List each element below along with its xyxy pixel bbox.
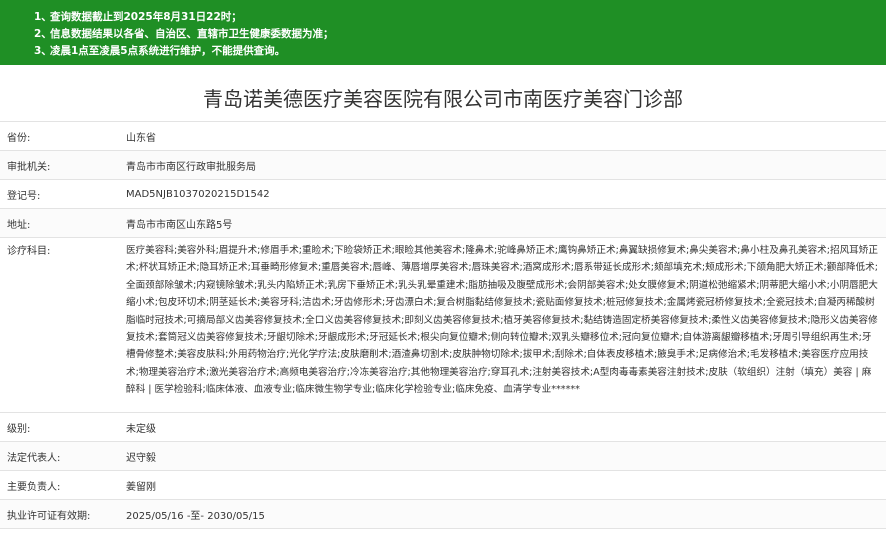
notice-line: 2、信息数据结果以各省、自治区、直辖市卫生健康委数据为准；: [34, 28, 334, 40]
notice-line: 1、查询数据截止到2025年8月31日22时；: [34, 11, 242, 23]
row-treatment-subjects: 诊疗科目: 医疗美容科;美容外科;眉提升术;修眉手术;重睑术;下睑袋矫正术;眼睑…: [0, 238, 886, 413]
notice-banner: 1、查询数据截止到2025年8月31日22时； 2、信息数据结果以各省、自治区、…: [0, 0, 886, 65]
row-level: 级别: 未定级: [0, 413, 886, 442]
notice-text: 查询数据截止到2025年8月31日22时；: [50, 11, 242, 23]
row-address: 地址: 青岛市市南区山东路5号: [0, 209, 886, 238]
field-label: 登记号:: [7, 190, 41, 202]
field-value: 2025/05/16 -至- 2030/05/15: [126, 510, 265, 522]
notice-line: 3、凌晨1点至凌晨5点系统进行维护，不能提供查询。: [34, 45, 286, 57]
field-value: MAD5NJB1037020215D1542: [126, 188, 270, 200]
field-value: 迟守毅: [126, 452, 156, 464]
field-label: 地址:: [7, 219, 31, 231]
info-table: 省份: 山东省 审批机关: 青岛市市南区行政审批服务局 登记号: MAD5NJB…: [0, 121, 886, 529]
field-value: 姜留刚: [126, 481, 156, 493]
field-label: 诊疗科目:: [7, 246, 51, 257]
row-province: 省份: 山东省: [0, 122, 886, 151]
row-registration-number: 登记号: MAD5NJB1037020215D1542: [0, 180, 886, 209]
row-principal: 主要负责人: 姜留刚: [0, 471, 886, 500]
field-label: 主要负责人:: [7, 481, 61, 493]
treatment-subjects-text: 医疗美容科;美容外科;眉提升术;修眉手术;重睑术;下睑袋矫正术;眼睑其他美容术;…: [126, 245, 878, 396]
field-label: 级别:: [7, 423, 31, 435]
page-title: 青岛诺美德医疗美容医院有限公司市南医疗美容门诊部: [203, 87, 683, 111]
field-value: 山东省: [126, 132, 156, 144]
row-approval-authority: 审批机关: 青岛市市南区行政审批服务局: [0, 151, 886, 180]
field-value: 青岛市市南区山东路5号: [126, 219, 233, 231]
field-label: 法定代表人:: [7, 452, 61, 464]
field-label: 执业许可证有效期:: [7, 510, 91, 522]
row-legal-representative: 法定代表人: 迟守毅: [0, 442, 886, 471]
field-value: 医疗美容科;美容外科;眉提升术;修眉手术;重睑术;下睑袋矫正术;眼睑其他美容术;…: [118, 238, 886, 412]
field-value: 青岛市市南区行政审批服务局: [126, 161, 256, 173]
field-label: 审批机关:: [7, 161, 51, 173]
field-label: 省份:: [7, 132, 31, 144]
notice-text: 信息数据结果以各省、自治区、直辖市卫生健康委数据为准；: [50, 28, 334, 40]
row-license-validity: 执业许可证有效期: 2025/05/16 -至- 2030/05/15: [0, 500, 886, 529]
field-value: 未定级: [126, 423, 156, 435]
notice-text: 凌晨1点至凌晨5点系统进行维护，不能提供查询。: [50, 45, 286, 57]
